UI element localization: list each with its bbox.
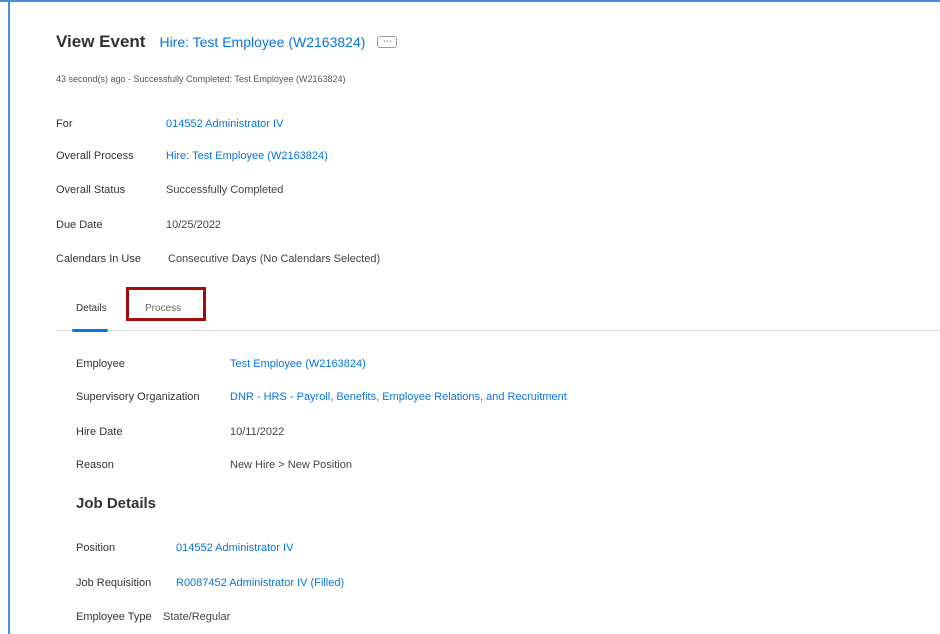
- window-left-border: [8, 0, 10, 634]
- tab-selected-indicator: [72, 329, 108, 332]
- field-label: Overall Process: [56, 150, 134, 162]
- field-label: Hire Date: [76, 426, 123, 438]
- field-label: Overall Status: [56, 184, 126, 196]
- field-label: Job Requisition: [76, 577, 152, 589]
- field-label: Employee: [76, 358, 125, 370]
- tab-details[interactable]: Details: [76, 303, 107, 314]
- employee-link[interactable]: Test Employee (W2163824): [230, 358, 366, 370]
- supervisory-organization-link[interactable]: DNR - HRS - Payroll, Benefits, Employee …: [230, 391, 567, 403]
- field-label: Employee Type: [76, 611, 152, 623]
- event-status-subtitle: 43 second(s) ago - Successfully Complete…: [56, 74, 346, 84]
- job-details-heading: Job Details: [76, 495, 157, 512]
- field-label: Supervisory Organization: [76, 391, 200, 403]
- calendars-value: Consecutive Days (No Calendars Selected): [168, 253, 381, 265]
- employee-type-value: State/Regular: [163, 611, 231, 623]
- job-requisition-link[interactable]: R0087452 Administrator IV (Filled): [176, 577, 344, 589]
- related-actions-button[interactable]: ⋯: [377, 36, 398, 48]
- field-label: Reason: [76, 459, 114, 471]
- window-top-border: [0, 0, 940, 2]
- hire-date-value: 10/11/2022: [230, 426, 285, 438]
- for-position-link[interactable]: 014552 Administrator IV: [166, 118, 283, 130]
- field-label: Calendars In Use: [56, 253, 141, 265]
- reason-value: New Hire > New Position: [230, 459, 352, 471]
- ellipsis-icon: ⋯: [382, 36, 392, 46]
- position-link[interactable]: 014552 Administrator IV: [176, 542, 293, 554]
- field-label: For: [56, 118, 73, 130]
- process-tab-highlight-box: [126, 287, 206, 321]
- overall-process-link[interactable]: Hire: Test Employee (W2163824): [166, 150, 328, 162]
- event-title-link[interactable]: Hire: Test Employee (W2163824): [159, 34, 365, 50]
- field-label: Due Date: [56, 219, 103, 231]
- tabs-divider: [56, 330, 940, 331]
- overall-status-value: Successfully Completed: [166, 184, 284, 196]
- page-title: View Event: [56, 32, 146, 51]
- page-header: View Event Hire: Test Employee (W2163824…: [56, 32, 398, 52]
- field-label: Position: [76, 542, 116, 554]
- due-date-value: 10/25/2022: [166, 219, 222, 231]
